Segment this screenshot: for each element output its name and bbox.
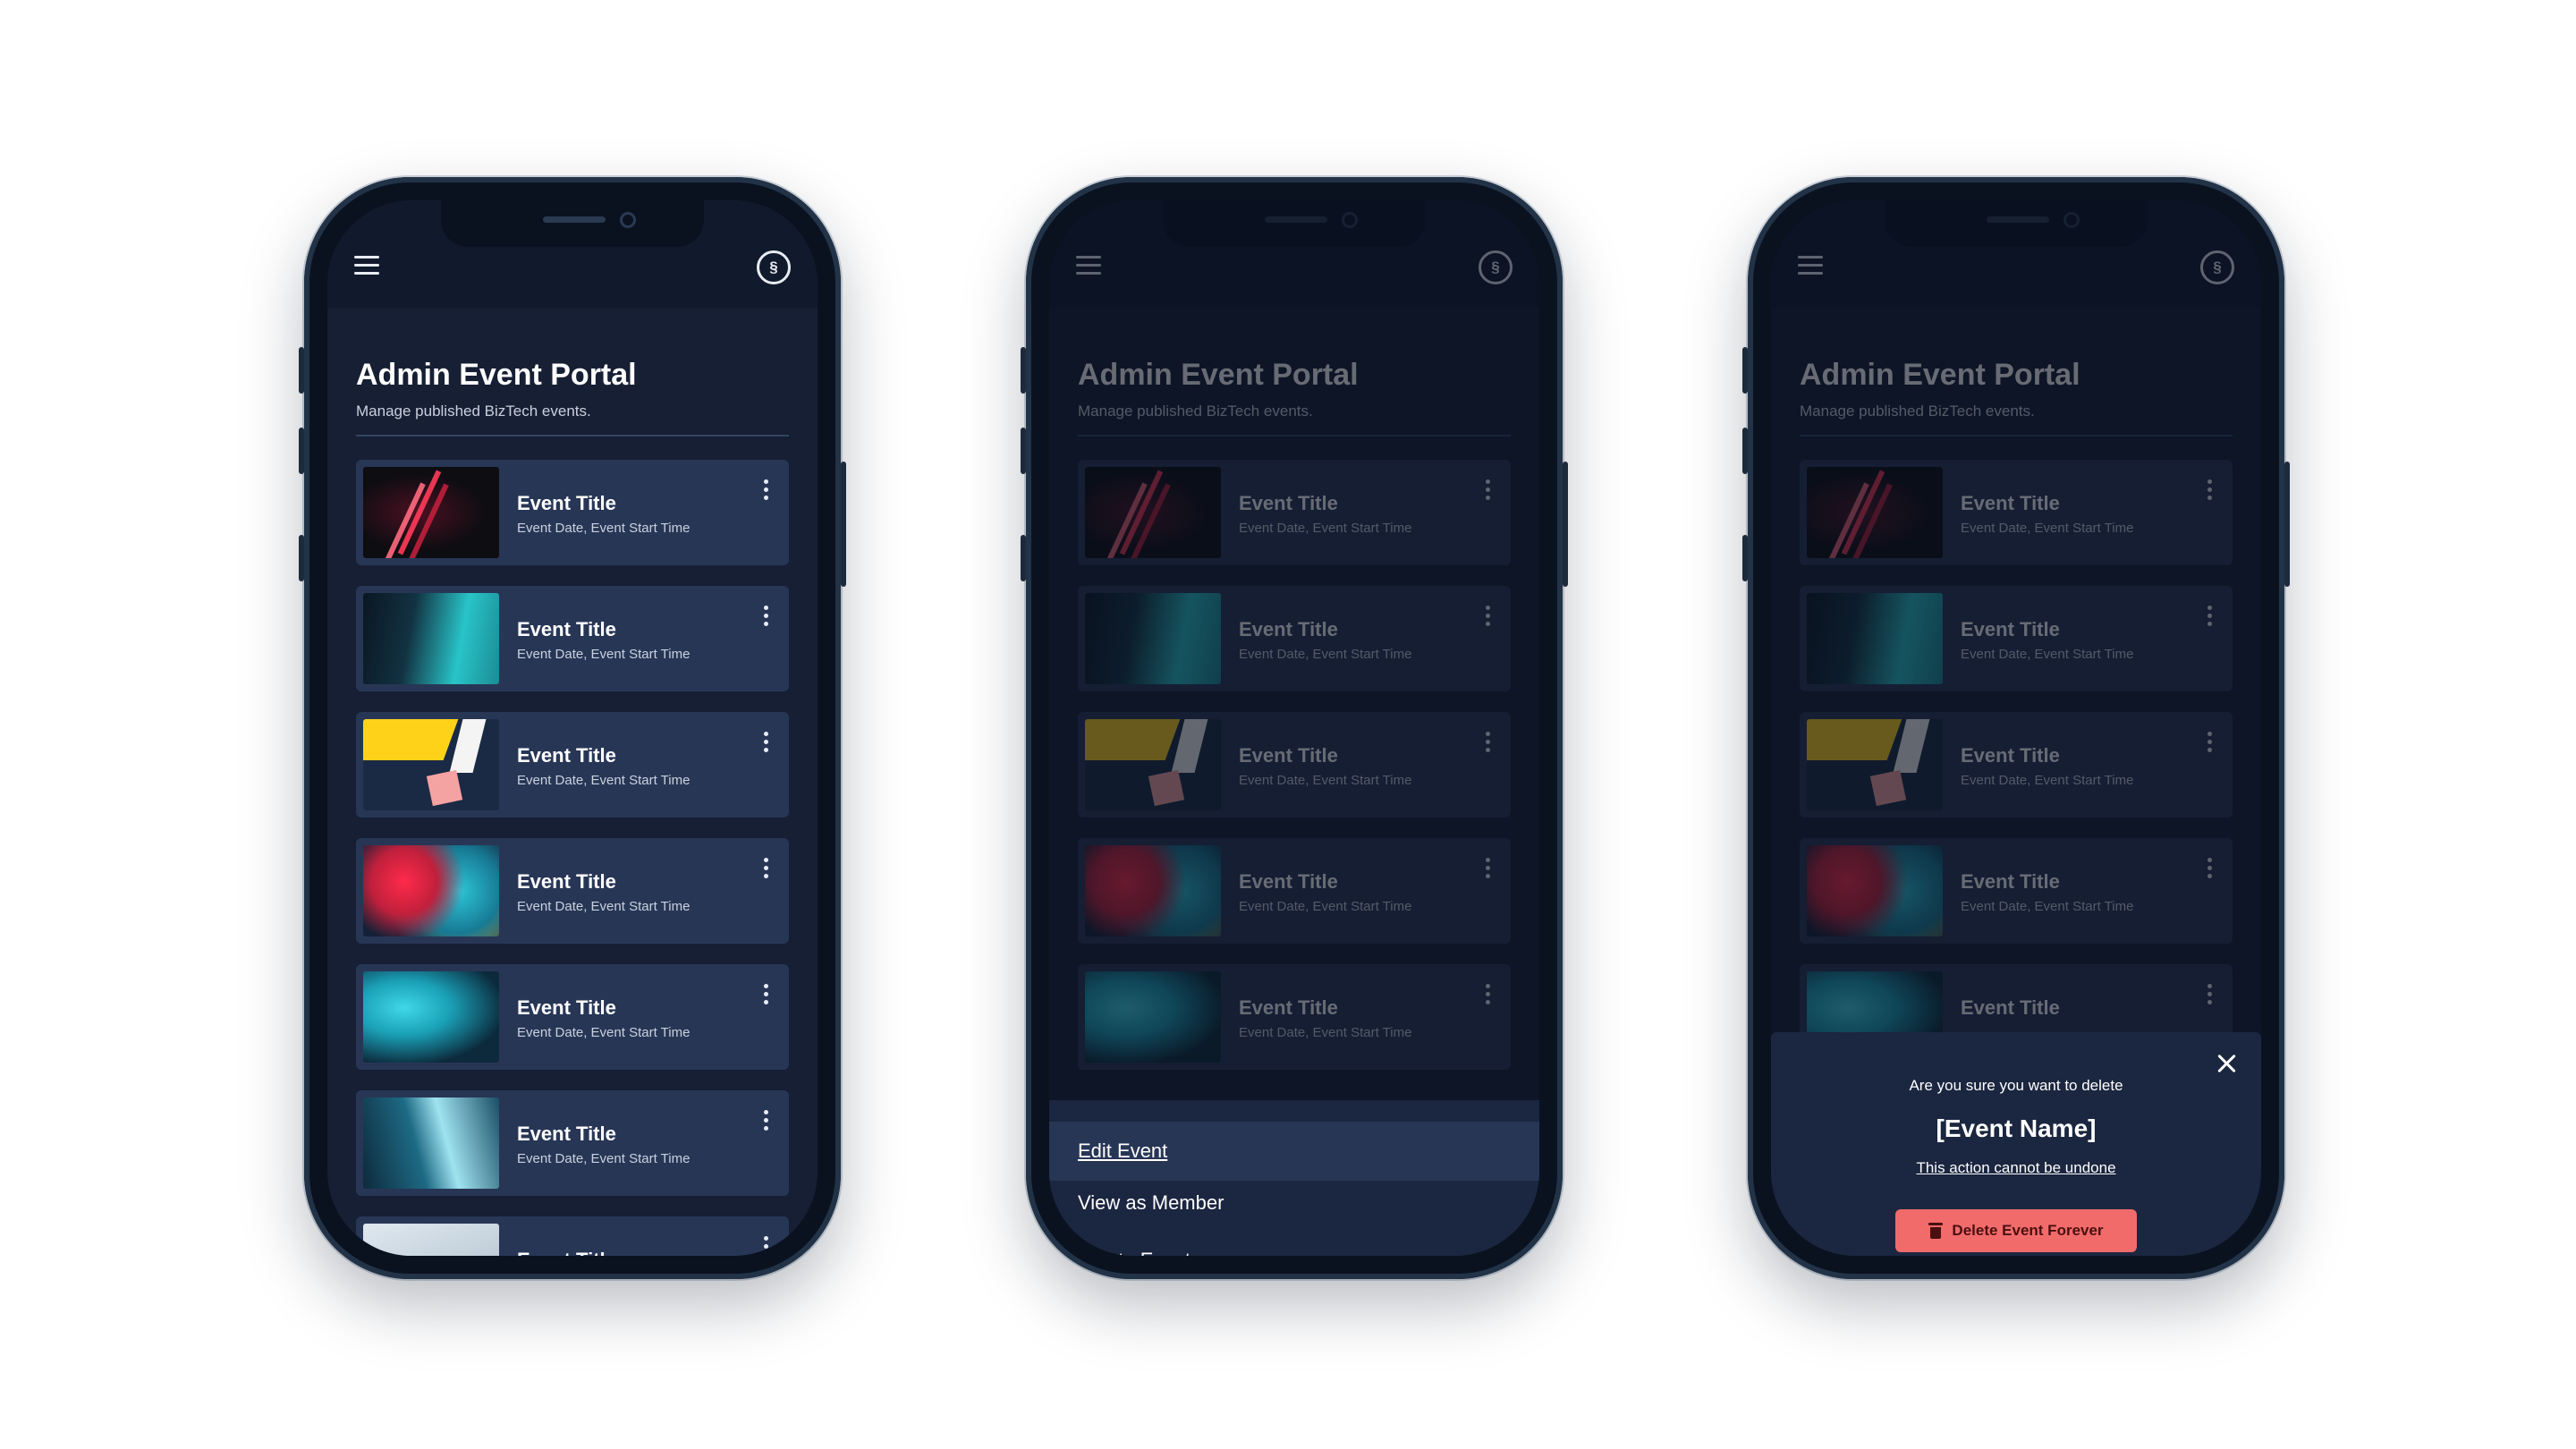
event-datetime: Event Date, Event Start Time (517, 647, 691, 662)
event-thumbnail (363, 1224, 499, 1256)
phone-context-menu: § Admin Event Portal Manage published Bi… (1021, 177, 1568, 1279)
profile-icon[interactable]: § (757, 250, 791, 284)
event-thumbnail (363, 845, 499, 936)
event-title: Event Title (517, 618, 616, 640)
event-title: Event Title (517, 744, 616, 767)
delete-confirm-modal: Are you sure you want to delete [Event N… (1771, 1032, 2261, 1256)
kebab-icon[interactable] (762, 984, 769, 1007)
menu-item-delete-event[interactable]: Delete Event (1049, 1231, 1539, 1256)
event-datetime: Event Date, Event Start Time (517, 521, 691, 536)
event-context-menu: Edit Event View as Member Delete Event (1049, 1100, 1539, 1256)
screen: § Admin Event Portal Manage published Bi… (1771, 200, 2261, 1256)
kebab-icon[interactable] (762, 606, 769, 629)
kebab-icon[interactable] (762, 479, 769, 503)
event-thumbnail (363, 1097, 499, 1189)
event-thumbnail (363, 593, 499, 684)
page-subtitle: Manage published BizTech events. (356, 402, 591, 419)
menu-item-edit-event[interactable]: Edit Event (1049, 1122, 1539, 1181)
delete-forever-button[interactable]: Delete Event Forever (1895, 1209, 2137, 1252)
screen: § Admin Event Portal Manage published Bi… (327, 200, 818, 1256)
delete-forever-label: Delete Event Forever (1952, 1222, 2104, 1239)
event-thumbnail (363, 971, 499, 1063)
phone-delete-modal: § Admin Event Portal Manage published Bi… (1742, 177, 2290, 1279)
event-thumbnail (363, 719, 499, 810)
event-card[interactable]: Event Title Event Date, Event Start Time (356, 586, 789, 691)
event-card[interactable]: Event Title Event Date, Event Start Time (356, 712, 789, 818)
event-card[interactable]: Event Title Event Date, Event Start Time (356, 964, 789, 1070)
event-card[interactable]: Event Title (356, 1216, 789, 1256)
delete-question: Are you sure you want to delete (1909, 1077, 2123, 1094)
event-title: Event Title (517, 996, 616, 1019)
event-title: Event Title (517, 1249, 616, 1256)
phone-event-list: § Admin Event Portal Manage published Bi… (299, 177, 846, 1279)
event-title: Event Title (517, 1123, 616, 1145)
kebab-icon[interactable] (762, 732, 769, 755)
delete-warning: This action cannot be undone (1916, 1159, 2116, 1176)
event-datetime: Event Date, Event Start Time (517, 1151, 691, 1166)
menu-icon[interactable] (354, 256, 379, 277)
notch (441, 200, 704, 247)
kebab-icon[interactable] (762, 1236, 769, 1256)
screen: § Admin Event Portal Manage published Bi… (1049, 200, 1539, 1256)
event-title: Event Title (517, 870, 616, 893)
menu-item-view-as-member[interactable]: View as Member (1049, 1174, 1539, 1233)
event-card[interactable]: Event Title Event Date, Event Start Time (356, 838, 789, 944)
event-datetime: Event Date, Event Start Time (517, 899, 691, 914)
divider (356, 435, 789, 436)
close-icon[interactable] (2215, 1052, 2238, 1075)
event-datetime: Event Date, Event Start Time (517, 1025, 691, 1040)
event-datetime: Event Date, Event Start Time (517, 773, 691, 788)
event-thumbnail (363, 467, 499, 558)
page-title: Admin Event Portal (356, 358, 637, 392)
top-bar: § (327, 200, 818, 308)
event-card[interactable]: Event Title Event Date, Event Start Time (356, 460, 789, 565)
trash-icon (1928, 1223, 1944, 1239)
kebab-icon[interactable] (762, 858, 769, 881)
overlay-dim[interactable] (1049, 200, 1539, 1256)
kebab-icon[interactable] (762, 1110, 769, 1133)
event-card[interactable]: Event Title Event Date, Event Start Time (356, 1090, 789, 1196)
delete-event-name: [Event Name] (1936, 1114, 2097, 1142)
event-title: Event Title (517, 492, 616, 514)
